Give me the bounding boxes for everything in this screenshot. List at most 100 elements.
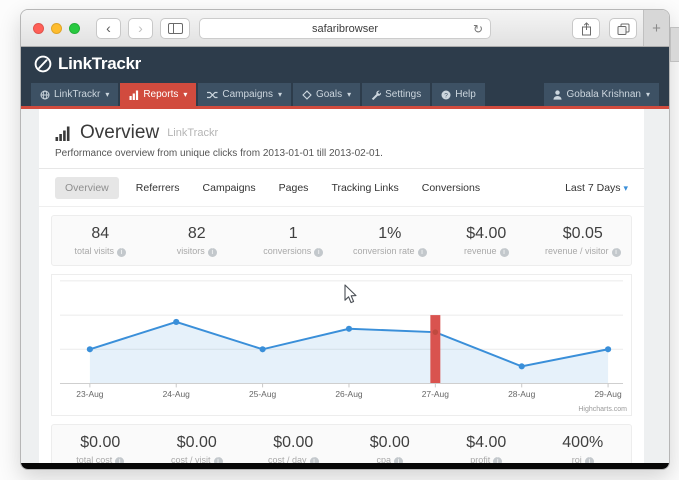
browser-window: ‹ › safaribrowser ↻	[20, 9, 670, 470]
forward-button[interactable]: ›	[128, 18, 153, 39]
tab-overview-button[interactable]	[609, 18, 637, 39]
caret-down-icon: ▾	[347, 90, 351, 99]
help-icon: ?	[441, 90, 451, 100]
nav-item-goals[interactable]: Goals ▾	[293, 83, 360, 106]
close-window-button[interactable]	[33, 23, 44, 34]
report-tabs: Overview Referrers Campaigns Pages Track…	[39, 169, 644, 207]
tab-campaigns[interactable]: Campaigns	[203, 182, 256, 194]
info-icon[interactable]: i	[493, 457, 502, 463]
share-button[interactable]	[572, 18, 600, 39]
highcharts-credits[interactable]: Highcharts.com	[578, 406, 627, 413]
browser-toolbar: ‹ › safaribrowser ↻	[21, 10, 669, 47]
user-icon	[553, 90, 562, 100]
globe-icon	[40, 90, 50, 100]
svg-text:28-Aug: 28-Aug	[508, 389, 536, 399]
info-icon[interactable]: i	[394, 457, 403, 463]
toolbar-right-buttons	[572, 18, 637, 39]
svg-text:26-Aug: 26-Aug	[335, 389, 363, 399]
info-icon[interactable]: i	[214, 457, 223, 463]
nav-item-label: Goals	[316, 89, 342, 100]
info-icon[interactable]: i	[500, 248, 509, 257]
caret-down-icon: ▾	[183, 90, 187, 99]
nav-item-campaigns[interactable]: Campaigns ▾	[198, 83, 291, 106]
visits-chart-plot: 23-Aug 24-Aug 25-Aug 26-Aug 27-Aug 28-Aug 29-A…	[52, 275, 631, 415]
svg-text:23-Aug: 23-Aug	[76, 389, 104, 399]
address-bar-text: safaribrowser	[312, 23, 378, 35]
main-nav: LinkTrackr ▾ Reports ▾ Campaigns ▾ Goa	[21, 80, 669, 106]
svg-text:?: ?	[444, 92, 448, 99]
nav-item-label: Campaigns	[222, 89, 273, 100]
new-tab-button[interactable]: +	[643, 10, 669, 46]
nav-item-help[interactable]: ? Help	[432, 83, 485, 106]
nav-item-label: Settings	[385, 89, 421, 100]
stat-total-cost: $0.00 total costi	[52, 434, 149, 463]
tabs-icon	[617, 23, 630, 35]
traffic-lights	[33, 23, 80, 34]
date-range-selector[interactable]: Last 7 Days ▾	[565, 182, 628, 194]
logo-text[interactable]: LinkTrackr	[58, 54, 141, 74]
page-subtitle: Performance overview from unique clicks …	[55, 148, 628, 159]
stat-profit: $4.00 profiti	[438, 434, 535, 463]
tab-pages[interactable]: Pages	[279, 182, 309, 194]
info-icon[interactable]: i	[115, 457, 124, 463]
tab-conversions[interactable]: Conversions	[422, 182, 480, 194]
minimize-window-button[interactable]	[51, 23, 62, 34]
zoom-window-button[interactable]	[69, 23, 80, 34]
back-icon: ‹	[106, 20, 111, 36]
nav-item-label: Reports	[143, 89, 178, 100]
visits-chart[interactable]: 23-Aug 24-Aug 25-Aug 26-Aug 27-Aug 28-Aug 29-A…	[51, 274, 632, 416]
stat-revenue-per-visitor: $0.05 revenue / visitori	[535, 225, 632, 257]
sidebar-icon	[168, 23, 183, 34]
bar-chart-icon	[129, 90, 139, 100]
caret-down-icon: ▾	[623, 183, 628, 193]
forward-icon: ›	[138, 20, 143, 36]
window-bottom-edge	[21, 463, 669, 469]
caret-down-icon: ▾	[646, 90, 650, 99]
info-icon[interactable]: i	[117, 248, 126, 257]
linktrackr-logo-icon	[34, 55, 52, 73]
sidebar-toggle-button[interactable]	[160, 18, 190, 39]
svg-text:27-Aug: 27-Aug	[422, 389, 450, 399]
info-icon[interactable]: i	[585, 457, 594, 463]
nav-item-label: Help	[455, 89, 476, 100]
info-icon[interactable]: i	[310, 457, 319, 463]
info-icon[interactable]: i	[418, 248, 427, 257]
info-icon[interactable]: i	[314, 248, 323, 257]
date-range-label: Last 7 Days	[565, 182, 620, 194]
nav-item-label: LinkTrackr	[54, 89, 100, 100]
mouse-cursor	[344, 284, 358, 304]
user-menu-label: Gobala Krishnan	[566, 89, 641, 100]
stat-cost-per-day: $0.00 cost / dayi	[245, 434, 342, 463]
stat-cpa: $0.00 cpai	[342, 434, 439, 463]
user-menu[interactable]: Gobala Krishnan ▾	[544, 83, 659, 106]
stat-revenue: $4.00 revenuei	[438, 225, 535, 257]
reload-icon[interactable]: ↻	[473, 23, 483, 35]
shuffle-icon	[207, 90, 218, 100]
info-icon[interactable]: i	[208, 248, 217, 257]
background-window-fragment	[670, 27, 679, 62]
stats-row-top: 84 total visitsi 82 visitorsi 1 conversi…	[51, 215, 632, 266]
svg-text:29-Aug: 29-Aug	[594, 389, 622, 399]
page-title-suffix: LinkTrackr	[167, 127, 218, 139]
tab-overview[interactable]: Overview	[55, 177, 119, 199]
app-header: LinkTrackr	[21, 47, 669, 80]
back-button[interactable]: ‹	[96, 18, 121, 39]
tab-tracking-links[interactable]: Tracking Links	[331, 182, 398, 194]
svg-text:24-Aug: 24-Aug	[163, 389, 191, 399]
address-bar[interactable]: safaribrowser ↻	[199, 18, 491, 39]
tab-referrers[interactable]: Referrers	[136, 182, 180, 194]
caret-down-icon: ▾	[105, 90, 109, 99]
share-icon	[581, 22, 592, 36]
svg-text:25-Aug: 25-Aug	[249, 389, 277, 399]
nav-item-linktrackr[interactable]: LinkTrackr ▾	[31, 83, 118, 106]
nav-item-settings[interactable]: Settings	[362, 83, 430, 106]
stat-conversions: 1 conversionsi	[245, 225, 342, 257]
info-icon[interactable]: i	[612, 248, 621, 257]
wrench-icon	[371, 90, 381, 100]
page-title: Overview	[80, 122, 159, 144]
content-card: Overview LinkTrackr Performance overview…	[39, 109, 644, 463]
nav-item-reports[interactable]: Reports ▾	[120, 83, 196, 106]
plus-icon: +	[652, 20, 661, 37]
caret-down-icon: ▾	[278, 90, 282, 99]
stats-row-bottom: $0.00 total costi $0.00 cost / visiti $0…	[51, 424, 632, 463]
